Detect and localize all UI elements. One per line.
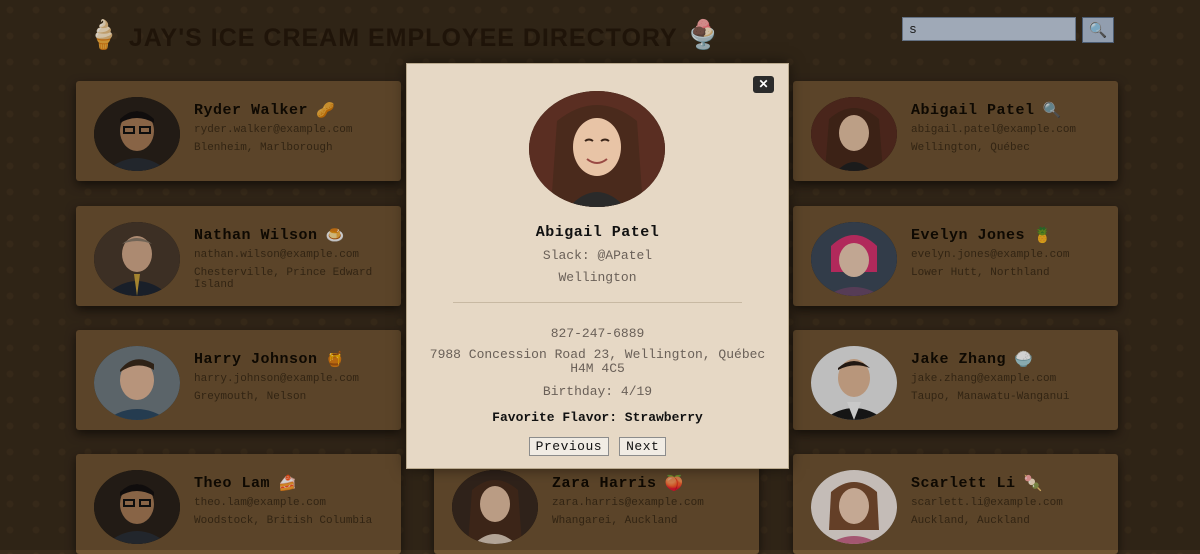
modal-slack: Slack: @APatel — [542, 248, 653, 263]
modal-navigation: Previous Next — [407, 437, 788, 456]
close-button[interactable]: ✕ — [753, 76, 774, 93]
modal-avatar — [529, 91, 665, 207]
employee-modal: ✕ Abigail Patel Slack: @APatel Wellingto… — [406, 63, 789, 469]
modal-city: Wellington — [558, 270, 637, 285]
modal-phone: 827-247-6889 — [550, 326, 645, 341]
next-button[interactable]: Next — [619, 437, 667, 456]
previous-button[interactable]: Previous — [528, 437, 610, 456]
modal-divider — [453, 302, 742, 303]
modal-birthday: Birthday: 4/19 — [542, 384, 653, 399]
modal-address: 7988 Concession Road 23, Wellington, Qué… — [429, 347, 766, 376]
modal-name: Abigail Patel — [535, 224, 660, 241]
modal-favorite-flavor: Favorite Flavor: Strawberry — [492, 410, 703, 425]
